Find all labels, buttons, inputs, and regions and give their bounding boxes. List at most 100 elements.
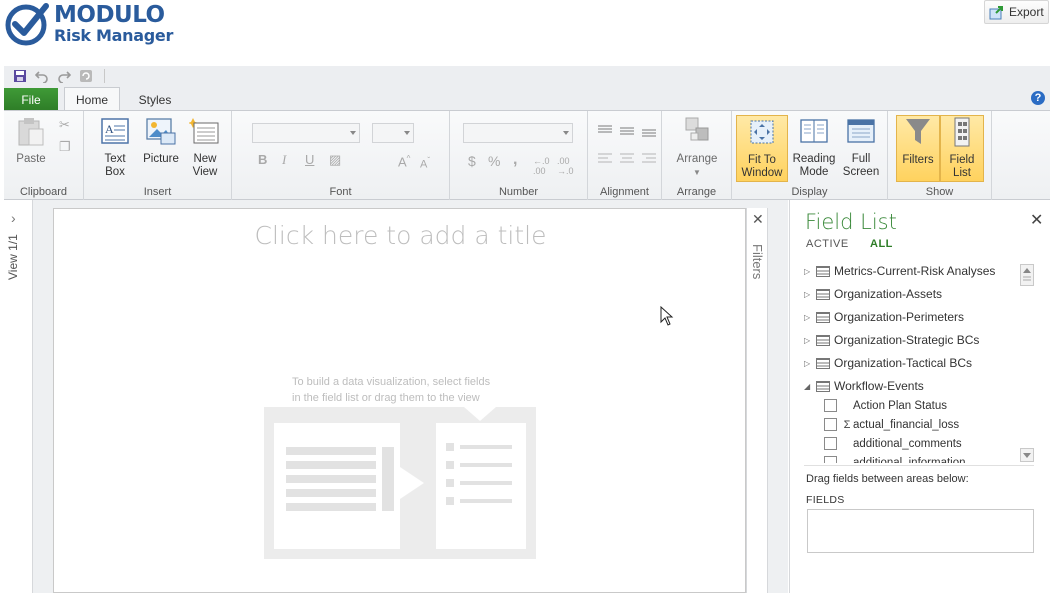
clipboard-group: Paste ✂ ❐ Clipboard	[4, 111, 84, 200]
copy-icon[interactable]: ❐	[59, 139, 71, 155]
alignment-group: Alignment	[588, 111, 662, 200]
tree-table-row[interactable]: ▷ Metrics-Current-Risk Analyses	[804, 261, 995, 281]
scroll-down-button[interactable]	[1020, 448, 1034, 462]
tree-table-row[interactable]: ◢ Workflow-Events	[804, 376, 924, 396]
number-format-select[interactable]	[463, 123, 573, 143]
undo-icon[interactable]	[34, 68, 50, 84]
bold-button[interactable]: B	[258, 152, 267, 167]
increase-decimal-icon[interactable]: ←.0.00	[533, 156, 550, 176]
field-checkbox[interactable]	[824, 456, 837, 463]
picture-label: Picture	[143, 153, 179, 165]
field-checkbox[interactable]	[824, 399, 837, 412]
filters-pane-collapsed[interactable]: ✕ Filters	[746, 208, 768, 593]
reading-mode-label-1: Reading	[792, 153, 836, 165]
grow-font-icon[interactable]: A^	[398, 154, 410, 169]
field-list-tab-all[interactable]: ALL	[870, 238, 893, 250]
full-screen-label-1: Full	[851, 153, 871, 165]
tab-home[interactable]: Home	[64, 87, 120, 112]
fields-area-label: FIELDS	[806, 494, 845, 506]
number-group-label: Number	[498, 186, 539, 198]
quick-access-toolbar	[4, 66, 1050, 86]
fit-to-window-button[interactable]: Fit To Window	[736, 115, 788, 182]
view-title-placeholder[interactable]: Click here to add a title	[54, 221, 747, 250]
field-row[interactable]: Action Plan Status	[824, 396, 947, 415]
expand-icon[interactable]: ▷	[804, 313, 814, 322]
field-checkbox[interactable]	[824, 437, 837, 450]
arrange-button[interactable]: Arrange ▼	[674, 115, 720, 181]
table-icon	[816, 357, 830, 369]
expand-icon[interactable]: ▷	[804, 336, 814, 345]
table-name: Metrics-Current-Risk Analyses	[834, 264, 996, 278]
sigma-icon: Σ	[843, 418, 851, 431]
paste-button[interactable]: Paste	[8, 115, 54, 181]
cut-icon[interactable]: ✂	[59, 117, 70, 133]
table-icon	[816, 380, 830, 392]
field-row[interactable]: additional_information	[824, 453, 966, 463]
reading-mode-button[interactable]: Reading Mode	[790, 115, 838, 181]
expand-icon[interactable]: ▷	[804, 359, 814, 368]
redo-icon[interactable]	[56, 68, 72, 84]
modulo-logo: MODULO Risk Manager	[4, 2, 174, 46]
horizontal-align-icons[interactable]	[598, 153, 658, 165]
close-filters-icon[interactable]: ✕	[752, 211, 764, 228]
table-name: Organization-Tactical BCs	[834, 356, 973, 370]
tree-table-row[interactable]: ▷ Organization-Perimeters	[804, 307, 964, 327]
field-row[interactable]: additional_comments	[824, 434, 962, 453]
refresh-icon[interactable]	[78, 68, 94, 84]
view-canvas[interactable]: Click here to add a title To build a dat…	[53, 208, 746, 593]
fit-to-window-icon	[746, 116, 778, 148]
font-group: B I U ▨ A^ Aˇ Font	[232, 111, 450, 200]
font-size-select[interactable]	[372, 123, 414, 143]
decrease-decimal-icon[interactable]: .00 →.0	[557, 156, 574, 176]
expand-views-icon[interactable]: ›	[11, 210, 16, 226]
font-color-icon[interactable]: ▨	[329, 152, 341, 168]
text-box-button[interactable]: A Text Box	[92, 115, 138, 181]
font-family-select[interactable]	[252, 123, 360, 143]
expand-icon[interactable]: ▷	[804, 290, 814, 299]
full-screen-label-2: Screen	[842, 166, 880, 178]
reading-mode-label-2: Mode	[799, 166, 829, 178]
field-list-pane: Field List ✕ ACTIVE ALL ▷ Metrics-Curren…	[789, 200, 1055, 593]
collapse-icon[interactable]: ◢	[804, 382, 814, 391]
picture-button[interactable]: Picture	[138, 115, 184, 181]
tree-table-row[interactable]: ▷ Organization-Strategic BCs	[804, 330, 979, 350]
fields-drop-area[interactable]	[807, 509, 1034, 553]
field-list-tab-active[interactable]: ACTIVE	[806, 238, 849, 250]
field-checkbox[interactable]	[824, 418, 837, 431]
field-list-tree: ▷ Metrics-Current-Risk Analyses ▷ Organi…	[804, 260, 1019, 463]
picture-icon	[145, 115, 177, 147]
svg-text:A: A	[105, 122, 114, 136]
tree-table-row[interactable]: ▷ Organization-Tactical BCs	[804, 353, 972, 373]
vertical-align-icons[interactable]	[598, 125, 658, 137]
tree-table-row[interactable]: ▷ Organization-Assets	[804, 284, 942, 304]
field-list-button[interactable]: Field List	[940, 115, 984, 182]
tab-styles[interactable]: Styles	[128, 88, 182, 111]
qat-separator	[104, 69, 105, 83]
new-view-button[interactable]: New View	[182, 115, 228, 181]
comma-button[interactable]: ,	[513, 151, 517, 169]
close-field-list-icon[interactable]: ✕	[1030, 210, 1043, 230]
italic-button[interactable]: I	[282, 152, 286, 168]
help-icon[interactable]: ?	[1031, 91, 1045, 105]
paste-icon	[15, 115, 47, 147]
scroll-up-button[interactable]	[1020, 264, 1034, 286]
save-icon[interactable]	[12, 68, 28, 84]
app-header: MODULO Risk Manager Export	[0, 0, 1055, 66]
new-view-label-1: New	[193, 153, 217, 165]
field-row[interactable]: Σ actual_financial_loss	[824, 415, 959, 434]
export-button[interactable]: Export	[984, 0, 1049, 24]
tab-file[interactable]: File	[4, 88, 58, 111]
insert-group-label: Insert	[143, 186, 172, 198]
table-name: Organization-Assets	[834, 287, 943, 301]
field-list-divider	[804, 465, 1034, 466]
filters-button[interactable]: Filters	[896, 115, 940, 182]
percent-button[interactable]: %	[488, 153, 500, 169]
field-list-label-1: Field	[949, 154, 975, 166]
table-icon	[816, 311, 830, 323]
full-screen-button[interactable]: Full Screen	[838, 115, 884, 181]
underline-button[interactable]: U	[305, 152, 314, 167]
shrink-font-icon[interactable]: Aˇ	[420, 156, 430, 171]
expand-icon[interactable]: ▷	[804, 267, 814, 276]
currency-button[interactable]: $	[468, 153, 476, 169]
field-name: additional_information	[853, 456, 966, 464]
